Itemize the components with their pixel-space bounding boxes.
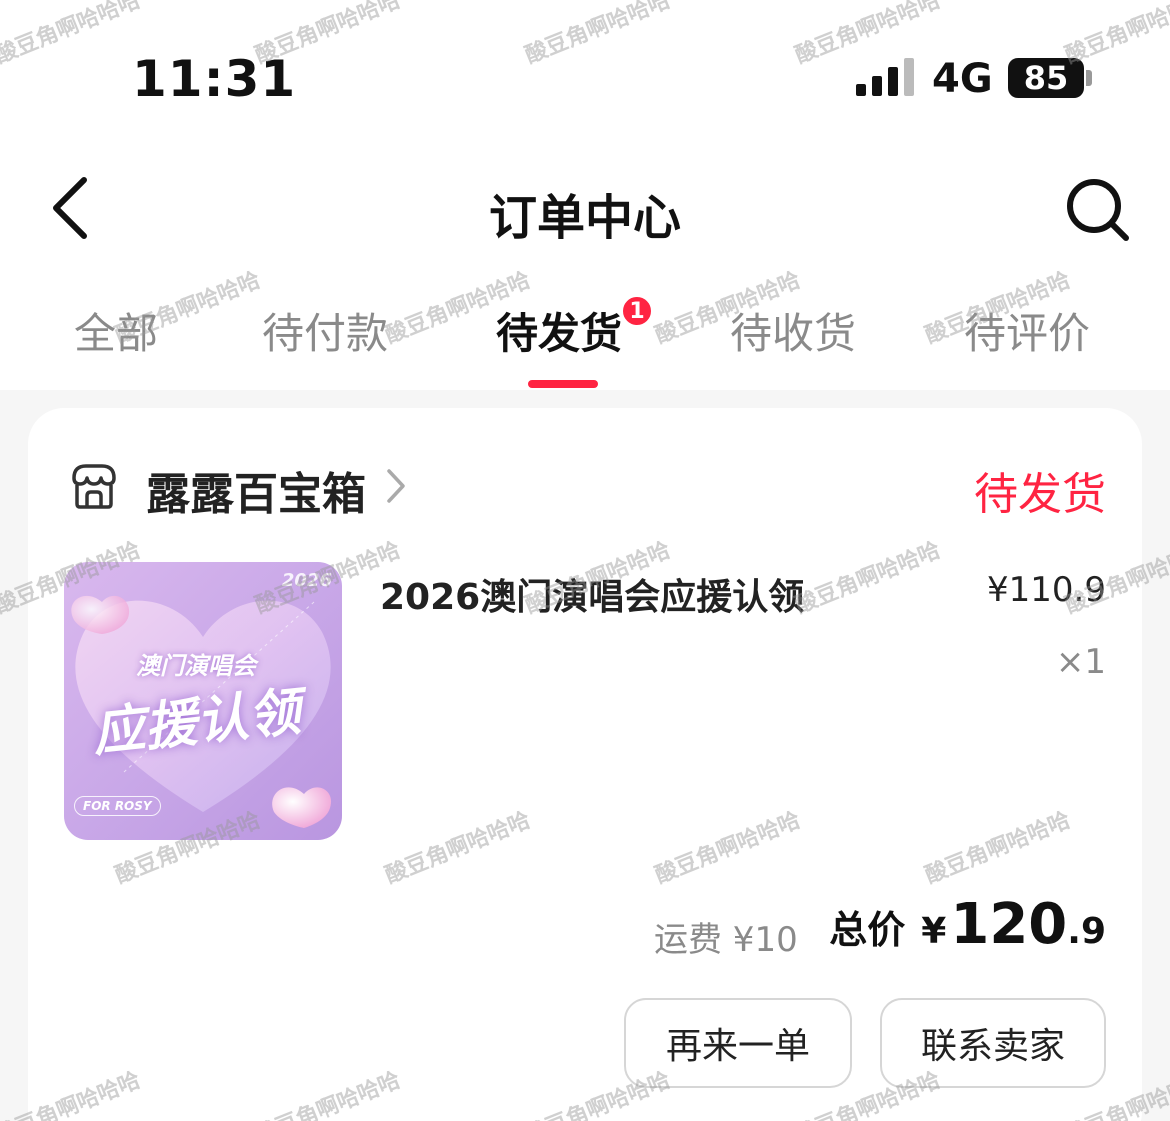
chevron-right-icon[interactable] xyxy=(384,468,408,504)
contact-seller-button[interactable]: 联系卖家 xyxy=(880,998,1106,1088)
tab-pending-receipt[interactable]: 待收货 xyxy=(730,300,856,361)
product-price: ¥110.9 xyxy=(987,570,1106,610)
order-card[interactable]: 露露百宝箱 待发货 2026 澳门演唱会 应援认领 FOR ROSY 2026澳… xyxy=(28,408,1142,1121)
network-type: 4G xyxy=(932,56,993,102)
tab-all[interactable]: 全部 xyxy=(74,300,158,361)
storefront-icon xyxy=(72,464,116,509)
status-time: 11:31 xyxy=(132,50,297,108)
active-tab-indicator xyxy=(528,380,598,388)
battery-level: 85 xyxy=(1008,58,1084,98)
tab-pending-payment[interactable]: 待付款 xyxy=(262,300,388,361)
product-quantity: ×1 xyxy=(1055,642,1106,682)
page-title: 订单中心 xyxy=(488,190,681,246)
signal-icon xyxy=(856,58,914,96)
order-tabs: 全部 待付款 待发货 1 待收货 待评价 xyxy=(0,294,1170,390)
header-area: 11:31 4G 85 订单中心 全部 待付款 待发货 1 待收货 待评价 xyxy=(0,0,1170,390)
order-status: 待发货 xyxy=(974,469,1106,520)
battery-cap xyxy=(1086,70,1092,86)
search-icon[interactable] xyxy=(1064,176,1132,244)
thumbnail-tag: FOR ROSY xyxy=(74,796,161,816)
tab-pending-review[interactable]: 待评价 xyxy=(964,300,1090,361)
tab-badge: 1 xyxy=(620,294,654,328)
thumbnail-year: 2026 xyxy=(281,570,332,591)
total-label: 总价 xyxy=(829,908,906,952)
shipping-fee: 运费 ¥10 xyxy=(654,920,798,960)
battery-icon: 85 xyxy=(1008,58,1092,98)
reorder-button[interactable]: 再来一单 xyxy=(624,998,852,1088)
order-total: 总价 ¥ 120 .9 xyxy=(829,892,1106,957)
shop-name[interactable]: 露露百宝箱 xyxy=(146,458,366,522)
total-currency: ¥ xyxy=(921,911,947,952)
total-integer: 120 xyxy=(950,892,1068,957)
total-decimal: .9 xyxy=(1067,911,1106,952)
tab-pending-shipment[interactable]: 待发货 xyxy=(496,300,622,361)
product-name[interactable]: 2026澳门演唱会应援认领 xyxy=(380,568,804,620)
product-thumbnail[interactable]: 2026 澳门演唱会 应援认领 FOR ROSY xyxy=(64,562,342,840)
